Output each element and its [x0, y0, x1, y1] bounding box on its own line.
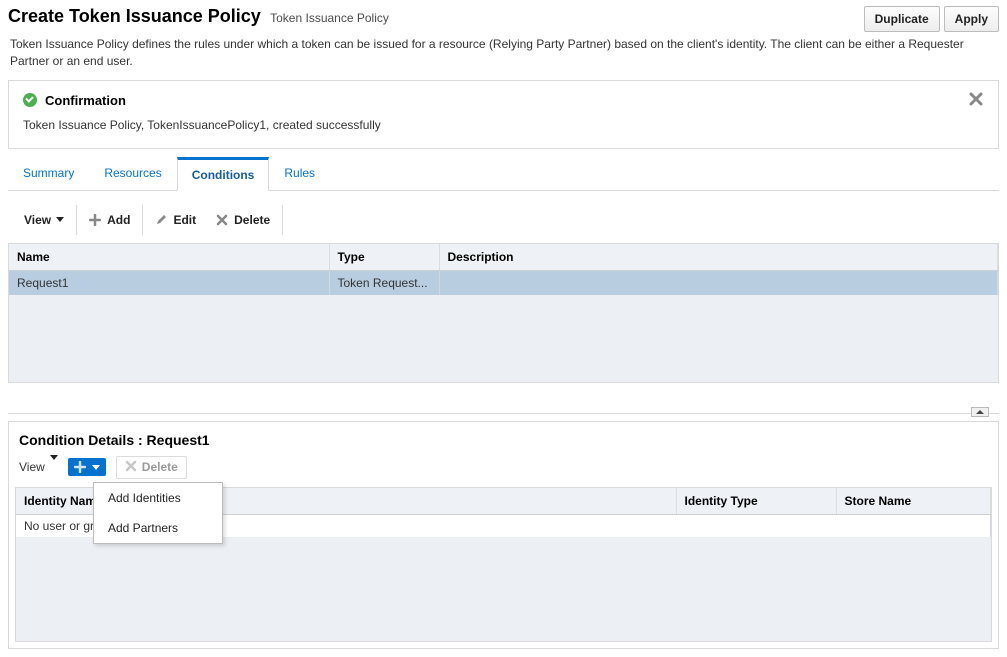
close-icon[interactable] [968, 91, 984, 107]
conditions-table: Name Type Description Request1 Token Req… [8, 243, 999, 383]
page-title: Create Token Issuance Policy [8, 6, 261, 26]
add-label: Add [107, 213, 130, 227]
condition-details-panel: Condition Details : Request1 View Delete… [8, 421, 999, 649]
edit-label: Edit [173, 213, 196, 227]
conditions-toolbar: View Add Edit Delete [8, 197, 999, 243]
page-description: Token Issuance Policy defines the rules … [0, 32, 1007, 80]
splitter[interactable] [8, 413, 999, 421]
chevron-down-icon [50, 455, 58, 474]
cell-desc [439, 270, 998, 295]
confirmation-heading: Confirmation [45, 93, 126, 108]
tab-bar: Summary Resources Conditions Rules [8, 157, 999, 191]
menu-add-partners[interactable]: Add Partners [94, 513, 222, 543]
details-delete-button: Delete [116, 456, 187, 479]
success-icon [23, 93, 37, 107]
details-view-menu[interactable]: View [19, 460, 58, 474]
cell-name: Request1 [9, 270, 329, 295]
delete-label: Delete [234, 213, 270, 227]
apply-button[interactable]: Apply [944, 6, 999, 32]
view-menu[interactable]: View [24, 213, 64, 227]
delete-button[interactable]: Delete [216, 213, 270, 227]
details-delete-label: Delete [142, 460, 178, 474]
col-description[interactable]: Description [439, 244, 998, 271]
x-icon [125, 460, 142, 475]
plus-icon [89, 214, 101, 226]
menu-add-identities[interactable]: Add Identities [94, 483, 222, 513]
col-name[interactable]: Name [9, 244, 329, 271]
details-title: Condition Details : Request1 [15, 432, 992, 454]
add-split-button[interactable] [68, 458, 106, 476]
cell-type: Token Request... [329, 270, 439, 295]
view-label: View [24, 213, 51, 227]
chevron-down-icon [56, 217, 64, 222]
duplicate-button[interactable]: Duplicate [864, 6, 940, 32]
confirmation-panel: Confirmation Token Issuance Policy, Toke… [8, 80, 999, 149]
col-store-name[interactable]: Store Name [836, 488, 991, 515]
table-row[interactable]: Request1 Token Request... [9, 270, 998, 295]
splitter-handle-icon[interactable] [971, 407, 989, 417]
tab-summary[interactable]: Summary [8, 157, 89, 191]
add-dropdown: Add Identities Add Partners [93, 482, 223, 544]
edit-button[interactable]: Edit [155, 213, 196, 227]
pencil-icon [155, 214, 167, 226]
col-type[interactable]: Type [329, 244, 439, 271]
tab-conditions[interactable]: Conditions [177, 157, 270, 191]
plus-icon [74, 461, 86, 473]
confirmation-message: Token Issuance Policy, TokenIssuancePoli… [23, 118, 984, 132]
chevron-down-icon [92, 465, 100, 470]
x-icon [216, 214, 228, 226]
page-subtitle: Token Issuance Policy [270, 11, 389, 25]
tab-rules[interactable]: Rules [269, 157, 330, 191]
details-view-label: View [19, 460, 45, 474]
add-button[interactable]: Add [89, 213, 130, 227]
col-identity-type[interactable]: Identity Type [676, 488, 836, 515]
tab-resources[interactable]: Resources [89, 157, 176, 191]
details-toolbar: View Delete Add Identities Add Partners [15, 454, 992, 487]
